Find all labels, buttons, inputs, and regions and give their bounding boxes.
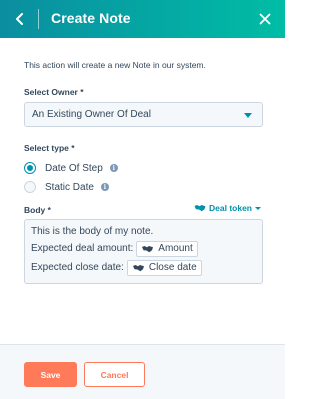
handshake-icon: [194, 205, 206, 212]
caret-down-icon: [244, 113, 252, 118]
close-button[interactable]: [253, 7, 277, 31]
owner-select[interactable]: An Existing Owner Of Deal: [24, 102, 263, 127]
body-line: Expected deal amount: Amount: [31, 239, 256, 258]
body-line: Expected close date: Close date: [31, 258, 256, 277]
info-icon[interactable]: i: [109, 164, 118, 172]
caret-down-icon: [255, 206, 261, 210]
save-button[interactable]: Save: [24, 362, 77, 387]
token-chip-amount[interactable]: Amount: [136, 240, 198, 257]
radio-option-static-date[interactable]: Static Date i: [24, 181, 109, 193]
panel-footer: Save Cancel: [0, 345, 285, 399]
deal-token-button[interactable]: Deal token: [194, 203, 261, 213]
body-line: This is the body of my note.: [31, 225, 256, 239]
radio-label: Static Date: [45, 181, 94, 193]
radio-button-checked[interactable]: [24, 162, 36, 174]
type-label: Select type *: [24, 143, 75, 153]
radio-button-unchecked[interactable]: [24, 181, 36, 193]
info-icon[interactable]: i: [100, 183, 109, 191]
radio-label: Date Of Step: [45, 162, 103, 174]
owner-label: Select Owner *: [24, 87, 84, 97]
body-label: Body *: [24, 205, 51, 215]
radio-option-date-of-step[interactable]: Date Of Step i: [24, 162, 118, 174]
body-text: This is the body of my note.: [31, 226, 154, 237]
token-chip-label: Amount: [158, 242, 193, 254]
close-icon: [259, 13, 271, 25]
owner-select-value: An Existing Owner Of Deal: [32, 109, 151, 120]
cancel-button[interactable]: Cancel: [84, 362, 145, 387]
note-body-editor[interactable]: This is the body of my note. Expected de…: [24, 219, 263, 284]
page-title: Create Note: [51, 10, 131, 26]
back-button[interactable]: [8, 7, 32, 31]
deal-token-label: Deal token: [209, 203, 252, 213]
token-chip-label: Close date: [148, 261, 197, 273]
body-text: Expected deal amount:: [31, 242, 134, 254]
chevron-left-icon: [16, 13, 23, 25]
token-chip-close-date[interactable]: Close date: [126, 259, 202, 276]
action-description: This action will create a new Note in ou…: [24, 60, 206, 70]
panel-header: Create Note: [0, 0, 285, 38]
body-text: Expected close date:: [31, 261, 124, 273]
handshake-icon: [132, 264, 144, 271]
handshake-icon: [142, 245, 154, 252]
header-divider: [38, 9, 39, 29]
